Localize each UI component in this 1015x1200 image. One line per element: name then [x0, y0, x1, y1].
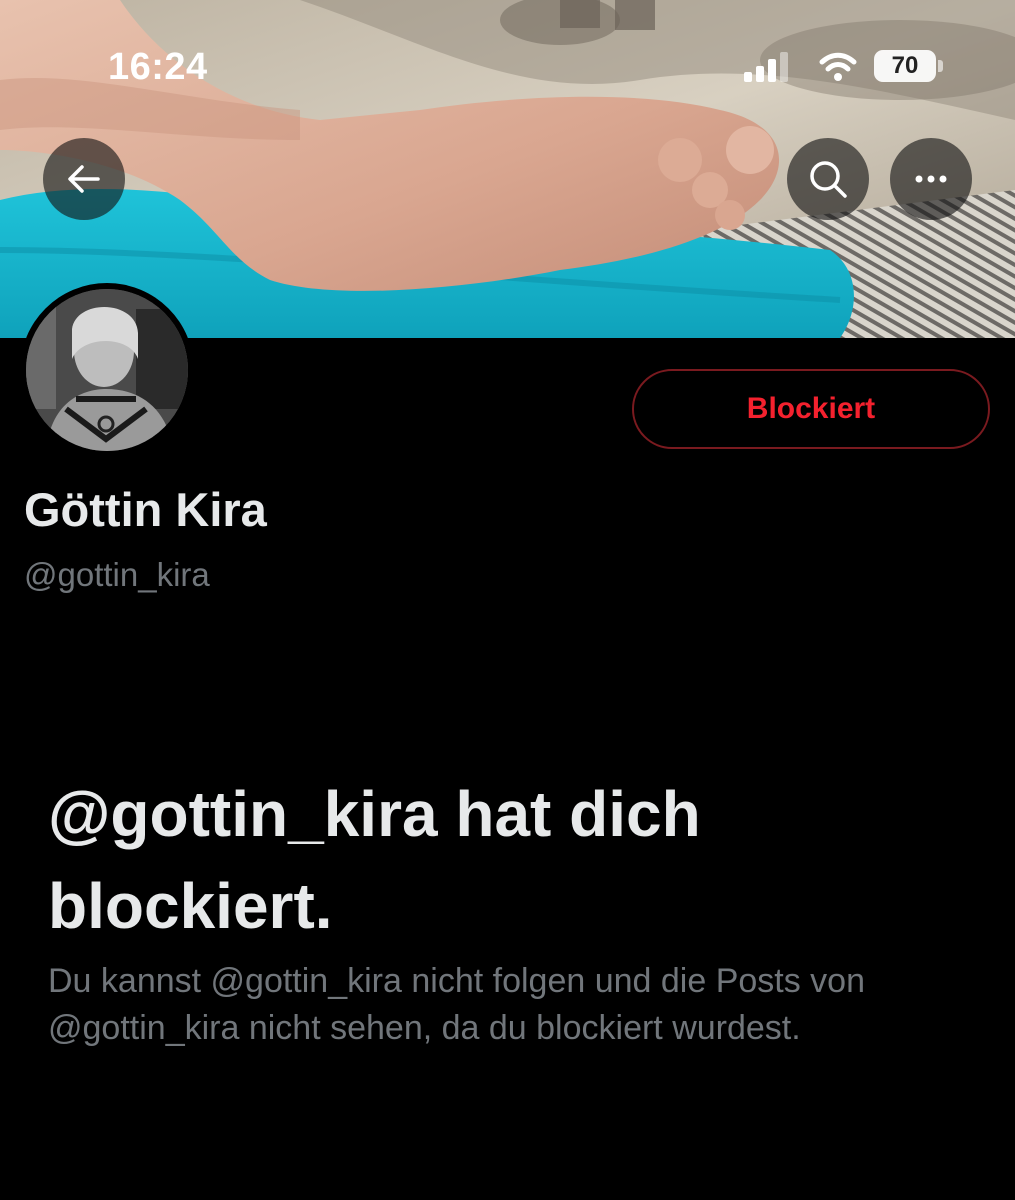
blocked-button[interactable]: Blockiert	[632, 369, 990, 449]
more-options-button[interactable]	[890, 138, 972, 220]
username-handle: @gottin_kira	[24, 556, 210, 593]
search-button[interactable]	[787, 138, 869, 220]
battery-icon: 70	[874, 50, 936, 82]
back-arrow-icon	[68, 165, 100, 193]
avatar-image	[26, 289, 188, 451]
status-icons: 70	[742, 48, 952, 88]
blocked-notice-description: Du kannst @gottin_kira nicht folgen und …	[48, 962, 865, 1047]
signal-icon	[744, 52, 788, 82]
avatar[interactable]	[20, 283, 194, 457]
more-icon	[915, 175, 947, 183]
wifi-icon	[819, 52, 857, 81]
search-icon	[810, 161, 847, 198]
display-name: Göttin Kira	[24, 483, 267, 536]
status-time: 16:24	[108, 46, 208, 88]
battery-tip	[938, 60, 943, 72]
back-button[interactable]	[43, 138, 125, 220]
blocked-notice-title: @gottin_kira hat dich blockiert.	[48, 778, 701, 942]
